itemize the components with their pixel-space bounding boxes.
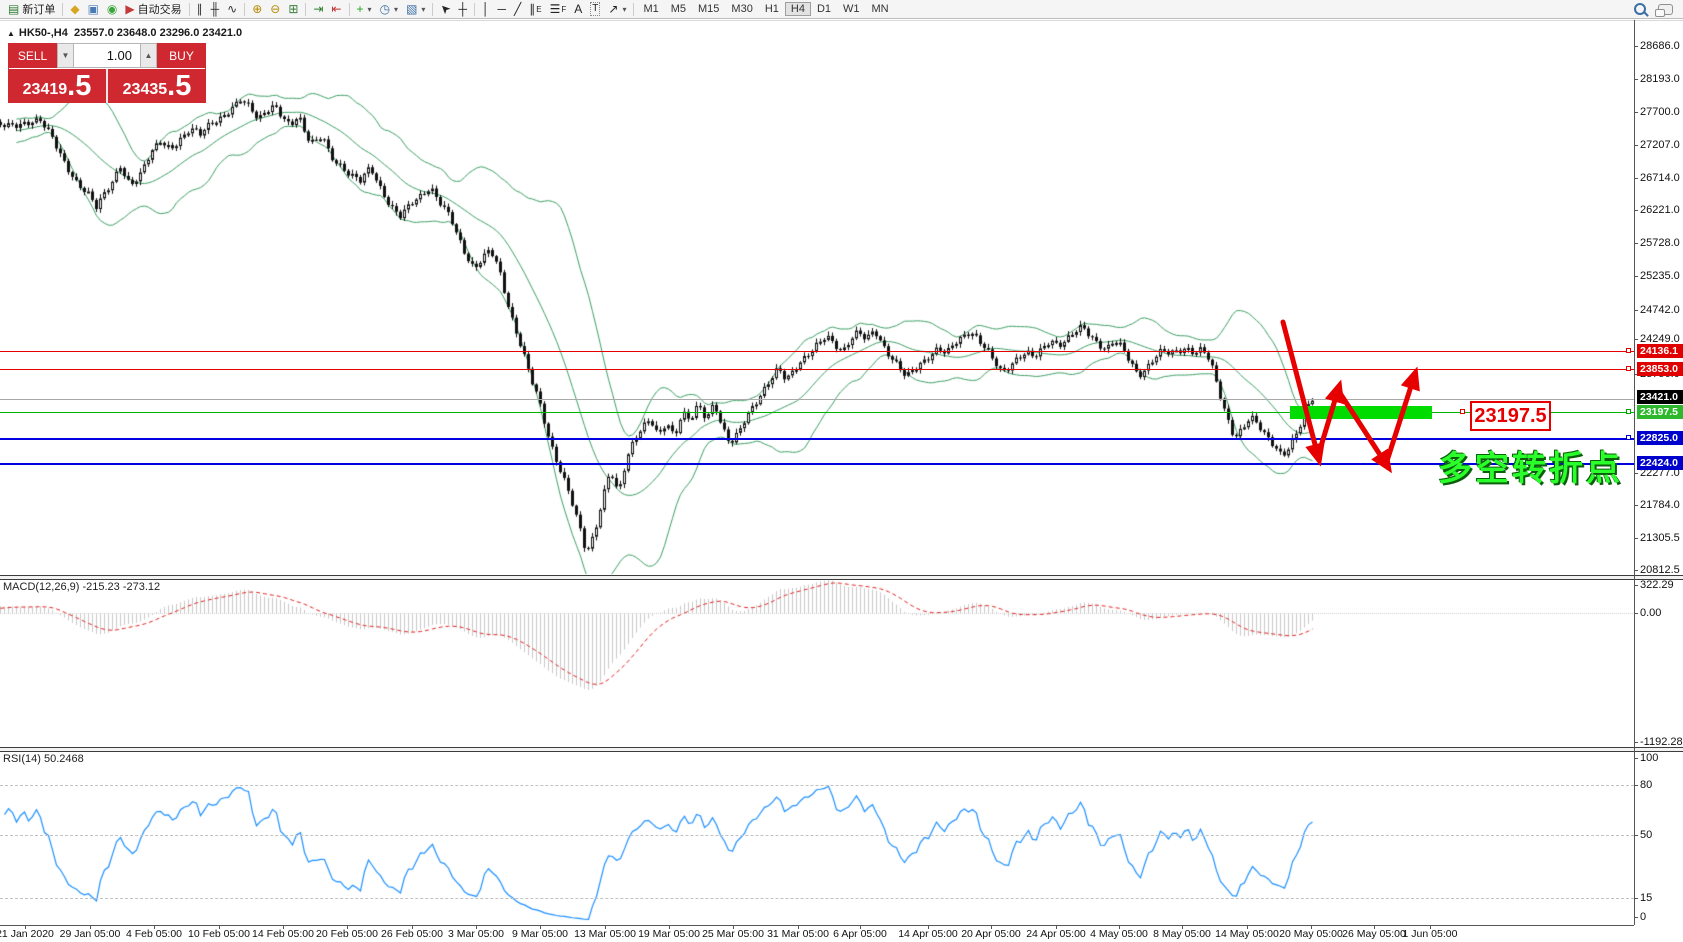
line-endpoint-marker [1626,348,1631,353]
indicator-tick-label: 50 [1640,829,1652,841]
indicator-tick-label: 80 [1640,779,1652,791]
price-line-label: 23421.0 [1637,390,1683,404]
price-tick-mark [1634,145,1638,146]
price-tick-mark [1634,178,1638,179]
price-line-label: 22825.0 [1637,431,1683,445]
horizontal-line-object[interactable] [0,351,1634,352]
sell-button[interactable]: SELL [8,43,57,68]
price-tick-mark [1634,243,1638,244]
macd-indicator-label: MACD(12,26,9) -215.23 -273.12 [3,581,160,593]
price-tick-mark [1634,112,1638,113]
line-endpoint-marker [1626,435,1631,440]
indicator-tick-label: -1192.28 [1640,736,1683,748]
horizontal-line-object[interactable] [0,369,1634,370]
horizontal-line-object[interactable] [0,438,1634,440]
price-callout-label[interactable]: 23197.5 [1470,401,1551,431]
indicator-tick-label: 0 [1640,911,1646,923]
community-chat-icon[interactable] [1658,4,1673,15]
price-tick-mark [1634,310,1638,311]
price-tick-mark [1634,538,1638,539]
search-icon[interactable] [1634,3,1646,15]
price-tick-mark [1634,79,1638,80]
sell-price-main: 23419 [23,79,68,101]
price-tick-label: 21305.5 [1640,532,1680,544]
price-tick-label: 25235.0 [1640,270,1680,282]
price-tick-label: 24742.0 [1640,304,1680,316]
price-line-label: 24136.1 [1637,344,1683,358]
sell-price-frac: .5 [67,72,91,101]
indicator-tick-mark [1634,613,1638,614]
price-line-label: 23853.0 [1637,362,1683,376]
buy-price-frac: .5 [167,72,191,101]
rsi-indicator-label: RSI(14) 50.2468 [3,753,84,765]
price-tick-mark [1634,570,1638,571]
price-tick-label: 25728.0 [1640,237,1680,249]
rsi-gridline [0,898,1634,899]
cn-annotation-text[interactable]: 多空转折点 [1438,441,1623,490]
rsi-gridline [0,835,1634,836]
rsi-gridline [0,785,1634,786]
price-tick-label: 26221.0 [1640,204,1680,216]
buy-button[interactable]: BUY [157,43,206,68]
indicator-tick-mark [1634,898,1638,899]
indicator-tick-mark [1634,742,1638,743]
price-box-marker [1460,409,1465,414]
volume-decrease-button[interactable]: ▼ [57,43,74,68]
price-line-label: 23197.5 [1637,405,1683,419]
symbol-period-label: HK50-,H4 [19,27,68,39]
chart-canvas[interactable] [0,0,1634,942]
indicator-tick-mark [1634,758,1638,759]
volume-increase-button[interactable]: ▲ [140,43,157,68]
line-endpoint-marker [1626,366,1631,371]
buy-price-main: 23435 [123,79,168,101]
indicator-tick-mark [1634,835,1638,836]
one-click-trading-panel: SELL ▼ 1.00 ▲ BUY 23419 .5 23435 .5 [8,43,206,103]
chart-ohlc-header: ▲ HK50-,H4 23557.0 23648.0 23296.0 23421.… [7,27,242,39]
horizontal-line-object[interactable] [0,399,1634,400]
price-tick-label: 28193.0 [1640,73,1680,85]
indicator-tick-mark [1634,785,1638,786]
price-tick-mark [1634,505,1638,506]
line-endpoint-marker [1626,409,1631,414]
price-tick-mark [1634,339,1638,340]
horizontal-line-object[interactable] [0,463,1634,465]
sell-price[interactable]: 23419 .5 [8,69,106,103]
volume-input[interactable]: 1.00 [74,43,140,68]
collapse-icon[interactable]: ▲ [7,29,15,38]
indicator-tick-label: 0.00 [1640,607,1661,619]
price-line-label: 22424.0 [1637,456,1683,470]
indicator-tick-label: 100 [1640,752,1658,764]
indicator-tick-mark [1634,917,1638,918]
price-tick-label: 27207.0 [1640,139,1680,151]
price-tick-label: 28686.0 [1640,40,1680,52]
price-tick-label: 21784.0 [1640,499,1680,511]
buy-price[interactable]: 23435 .5 [108,69,206,103]
price-tick-mark [1634,473,1638,474]
toolbar-right-group [1634,3,1679,15]
price-tick-label: 26714.0 [1640,172,1680,184]
price-tick-label: 20812.5 [1640,564,1680,576]
indicator-tick-label: 15 [1640,892,1652,904]
price-tick-mark [1634,46,1638,47]
indicator-tick-label: 322.29 [1640,579,1674,591]
indicator-tick-mark [1634,585,1638,586]
price-tick-mark [1634,276,1638,277]
ohlc-values: 23557.0 23648.0 23296.0 23421.0 [74,27,242,39]
support-zone-rectangle[interactable] [1290,406,1432,419]
price-tick-mark [1634,210,1638,211]
price-tick-label: 27700.0 [1640,106,1680,118]
mt-terminal-window: ▤新订单◆▣◉▶自动交易∥╫∿⊕⊖⊞⇥⇤+▾◷▾▧▾➤┼│─╱∥E☰FAT↗▾M… [0,0,1683,942]
